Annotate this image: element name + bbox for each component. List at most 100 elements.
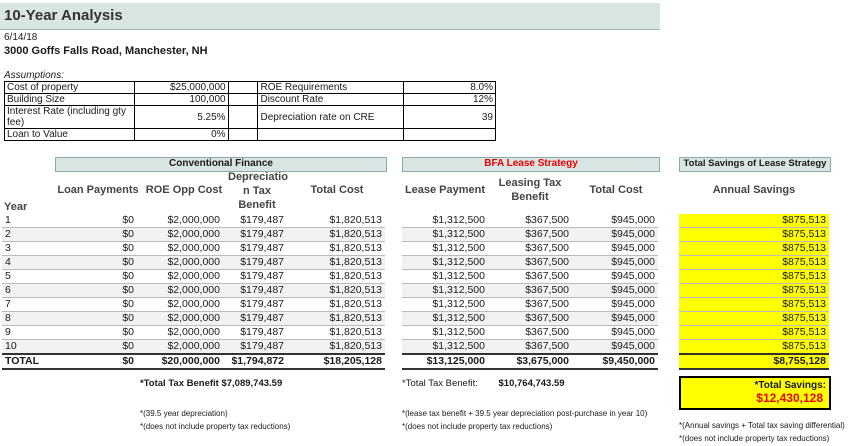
table-row: $1,312,500 $367,500 $945,000	[402, 227, 658, 242]
assumptions-label: Assumptions:	[4, 70, 65, 81]
cell-roe: $2,000,000	[137, 325, 223, 340]
bfa-footnote-2: *(does not include property tax reductio…	[402, 422, 553, 431]
total-row: $13,125,000 $3,675,000 $9,450,000	[402, 353, 658, 370]
cell-total: $945,000	[572, 339, 658, 355]
table-row: $1,312,500 $367,500 $945,000	[402, 297, 658, 312]
cell-total: $1,820,513	[287, 241, 385, 256]
title-bar: 10-Year Analysis	[0, 3, 660, 30]
assumption-label: Cost of property	[4, 81, 135, 94]
cell-year: 8	[2, 311, 55, 326]
cell-roe: $2,000,000	[137, 269, 223, 284]
cell-lease: $1,312,500	[402, 325, 488, 340]
table-row: $1,312,500 $367,500 $945,000	[402, 269, 658, 284]
cell-total: $1,820,513	[287, 325, 385, 340]
table-row: $875,513	[679, 255, 829, 270]
table-row: $875,513	[679, 339, 829, 355]
assumption-value: 12%	[403, 93, 496, 106]
cell-lease: $1,312,500	[402, 283, 488, 298]
col-total-cost: Total Cost	[310, 184, 364, 196]
assumption-value: 39	[403, 105, 496, 129]
assumption-value: 0%	[133, 128, 229, 141]
cell-annual-savings: $875,513	[679, 269, 829, 284]
cell-annual-savings: $875,513	[679, 311, 829, 326]
cell-dep: $179,487	[223, 269, 287, 284]
table-row: $875,513	[679, 325, 829, 340]
cell-annual-savings: $875,513	[679, 325, 829, 340]
table-row: 3 $0 $2,000,000 $179,487 $1,820,513	[2, 241, 385, 256]
total-annual-savings: $8,755,128	[679, 353, 829, 370]
cell-annual-savings: $875,513	[679, 255, 829, 270]
col-leasing-tax-benefit: Leasing Tax Benefit	[498, 177, 562, 203]
total-row: $8,755,128	[679, 353, 829, 370]
cell-loan: $0	[55, 311, 137, 326]
table-row: 5 $0 $2,000,000 $179,487 $1,820,513	[2, 269, 385, 284]
cell-total: $945,000	[572, 255, 658, 270]
table-row: 4 $0 $2,000,000 $179,487 $1,820,513	[2, 255, 385, 270]
table-row: 7 $0 $2,000,000 $179,487 $1,820,513	[2, 297, 385, 312]
total-lease: $13,125,000	[402, 353, 488, 370]
cell-roe: $2,000,000	[137, 241, 223, 256]
col-bfa-total-cost: Total Cost	[589, 184, 643, 196]
cell-year: 4	[2, 255, 55, 270]
table-row: $875,513	[679, 283, 829, 298]
total-year: TOTAL	[2, 353, 55, 370]
bfa-table: $1,312,500 $367,500 $945,000 $1,312,500 $367…	[402, 214, 658, 370]
page-title: 10-Year Analysis	[4, 7, 123, 24]
cell-annual-savings: $875,513	[679, 339, 829, 355]
cell-lease: $1,312,500	[402, 255, 488, 270]
cell-lease: $1,312,500	[402, 214, 488, 228]
cell-lease: $1,312,500	[402, 339, 488, 355]
cell-total: $945,000	[572, 269, 658, 284]
assumption-label	[257, 128, 405, 141]
conventional-footnote-1: *(39.5 year depreciation)	[140, 409, 228, 418]
total-dep: $1,794,872	[223, 353, 287, 370]
bfa-footnote-1: *(lease tax benefit + 39.5 year deprecia…	[402, 409, 648, 418]
assumption-label: Interest Rate (including gty fee)	[4, 105, 135, 129]
table-row: $1,312,500 $367,500 $945,000	[402, 325, 658, 340]
bfa-tax-benefit-label: *Total Tax Benefit:	[402, 378, 478, 389]
total-savings-value: $12,430,128	[756, 391, 823, 405]
cell-tax: $367,500	[488, 214, 572, 228]
assumption-value: 100,000	[133, 93, 229, 106]
cell-lease: $1,312,500	[402, 241, 488, 256]
cell-roe: $2,000,000	[137, 283, 223, 298]
cell-tax: $367,500	[488, 227, 572, 242]
assumption-row: Loan to Value 0%	[4, 128, 496, 141]
cell-year: 6	[2, 283, 55, 298]
assumption-spacer	[228, 93, 259, 106]
table-row: $875,513	[679, 214, 829, 228]
table-row: 10 $0 $2,000,000 $179,487 $1,820,513	[2, 339, 385, 355]
table-row: $1,312,500 $367,500 $945,000	[402, 339, 658, 355]
cell-tax: $367,500	[488, 241, 572, 256]
assumptions-table: Cost of property $25,000,000 ROE Requireme…	[4, 81, 496, 141]
cell-year: 1	[2, 214, 55, 228]
savings-footnote-1: *(Annual savings + Total tax saving diff…	[679, 421, 845, 430]
cell-loan: $0	[55, 325, 137, 340]
assumption-row: Interest Rate (including gty fee) 5.25% De…	[4, 105, 496, 129]
cell-tax: $367,500	[488, 311, 572, 326]
cell-year: 2	[2, 227, 55, 242]
conventional-footnote-2: *(does not include property tax reductio…	[140, 422, 291, 431]
cell-total: $1,820,513	[287, 283, 385, 298]
table-row: 8 $0 $2,000,000 $179,487 $1,820,513	[2, 311, 385, 326]
col-roe-opp-cost: ROE Opp Cost	[145, 184, 223, 196]
conventional-header-label: Conventional Finance	[169, 158, 273, 169]
assumption-label: ROE Requirements	[257, 81, 405, 94]
cell-tax: $367,500	[488, 283, 572, 298]
cell-roe: $2,000,000	[137, 311, 223, 326]
assumption-spacer	[228, 81, 259, 94]
year-column-header: Year	[4, 201, 28, 213]
cell-total: $945,000	[572, 297, 658, 312]
assumption-value	[403, 128, 496, 141]
total-total: $9,450,000	[572, 353, 658, 370]
assumption-value: 8.0%	[403, 81, 496, 94]
cell-year: 7	[2, 297, 55, 312]
cell-total: $945,000	[572, 283, 658, 298]
cell-dep: $179,487	[223, 214, 287, 228]
cell-annual-savings: $875,513	[679, 283, 829, 298]
cell-total: $1,820,513	[287, 214, 385, 228]
cell-lease: $1,312,500	[402, 227, 488, 242]
table-row: $1,312,500 $367,500 $945,000	[402, 241, 658, 256]
savings-section-header: Total Savings of Lease Strategy	[679, 157, 831, 172]
cell-loan: $0	[55, 255, 137, 270]
